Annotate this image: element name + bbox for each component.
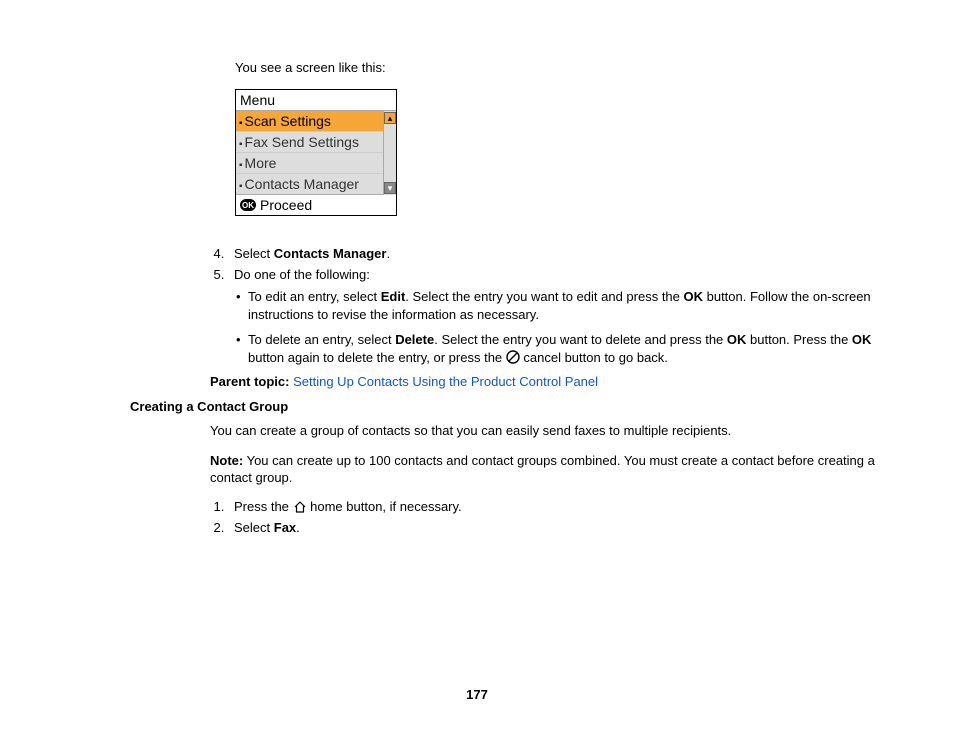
parent-topic-label: Parent topic: (210, 374, 289, 389)
bold-text: OK (684, 289, 704, 304)
lcd-menu-items: ▪Scan Settings ▪Fax Send Settings ▪More … (236, 111, 383, 195)
text: To delete an entry, select (248, 332, 395, 347)
text: cancel button to go back. (520, 350, 668, 365)
lcd-menu-figure: Menu ▪Scan Settings ▪Fax Send Settings ▪… (235, 89, 884, 216)
text: Select (234, 246, 274, 261)
lcd-item: ▪More (236, 153, 383, 174)
lcd-item-label: More (245, 155, 277, 171)
text: home button, if necessary. (307, 499, 462, 514)
text: To edit an entry, select (248, 289, 381, 304)
lcd-item-label: Contacts Manager (245, 176, 359, 192)
step-5: Do one of the following: To edit an entr… (228, 267, 884, 366)
bold-text: Fax (274, 520, 296, 535)
steps-list-a: Select Contacts Manager. Do one of the f… (210, 246, 884, 366)
step-b2: Select Fax. (228, 520, 884, 535)
text: button again to delete the entry, or pre… (248, 350, 506, 365)
lcd-menu-title: Menu (236, 90, 396, 111)
text: . (296, 520, 300, 535)
step-b1: Press the home button, if necessary. (228, 499, 884, 514)
page-number: 177 (0, 687, 954, 702)
step-4: Select Contacts Manager. (228, 246, 884, 261)
sub-bullets: To edit an entry, select Edit. Select th… (234, 288, 884, 366)
lcd-item-label: Scan Settings (245, 113, 331, 129)
scroll-up-icon: ▴ (384, 112, 396, 124)
lcd-scrollbar: ▴ ▾ (383, 111, 396, 195)
text: Press the (234, 499, 293, 514)
intro-text: You see a screen like this: (235, 60, 884, 75)
lcd-footer: OK Proceed (236, 195, 396, 215)
bold-text: Edit (381, 289, 406, 304)
steps-list-b: Press the home button, if necessary. Sel… (210, 499, 884, 535)
note-label: Note: (210, 453, 243, 468)
ok-button-icon: OK (240, 199, 256, 211)
lcd-menu: Menu ▪Scan Settings ▪Fax Send Settings ▪… (235, 89, 397, 216)
lcd-item: ▪Fax Send Settings (236, 132, 383, 153)
lcd-footer-text: Proceed (260, 197, 312, 213)
text: button. Press the (746, 332, 852, 347)
parent-topic-link[interactable]: Setting Up Contacts Using the Product Co… (293, 374, 598, 389)
bold-text: OK (727, 332, 747, 347)
lcd-item-selected: ▪Scan Settings (236, 111, 383, 132)
bold-text: OK (852, 332, 872, 347)
text: . Select the entry you want to edit and … (405, 289, 683, 304)
note-body: You can create up to 100 contacts and co… (210, 453, 875, 486)
lcd-menu-body: ▪Scan Settings ▪Fax Send Settings ▪More … (236, 111, 396, 195)
text: Select (234, 520, 274, 535)
section-heading: Creating a Contact Group (130, 399, 884, 414)
parent-topic: Parent topic: Setting Up Contacts Using … (210, 374, 884, 389)
cancel-icon (506, 350, 520, 364)
text: . (386, 246, 390, 261)
lcd-item: ▪Contacts Manager (236, 174, 383, 195)
document-page: You see a screen like this: Menu ▪Scan S… (0, 0, 954, 738)
bullet-edit: To edit an entry, select Edit. Select th… (234, 288, 884, 323)
text: . Select the entry you want to delete an… (434, 332, 727, 347)
text: Do one of the following: (234, 267, 370, 282)
bold-text: Contacts Manager (274, 246, 387, 261)
section-paragraph: You can create a group of contacts so th… (210, 422, 884, 440)
bullet-delete: To delete an entry, select Delete. Selec… (234, 331, 884, 366)
bold-text: Delete (395, 332, 434, 347)
scroll-down-icon: ▾ (384, 182, 396, 194)
note-paragraph: Note: You can create up to 100 contacts … (210, 452, 884, 487)
home-icon (293, 501, 307, 513)
lcd-item-label: Fax Send Settings (245, 134, 359, 150)
